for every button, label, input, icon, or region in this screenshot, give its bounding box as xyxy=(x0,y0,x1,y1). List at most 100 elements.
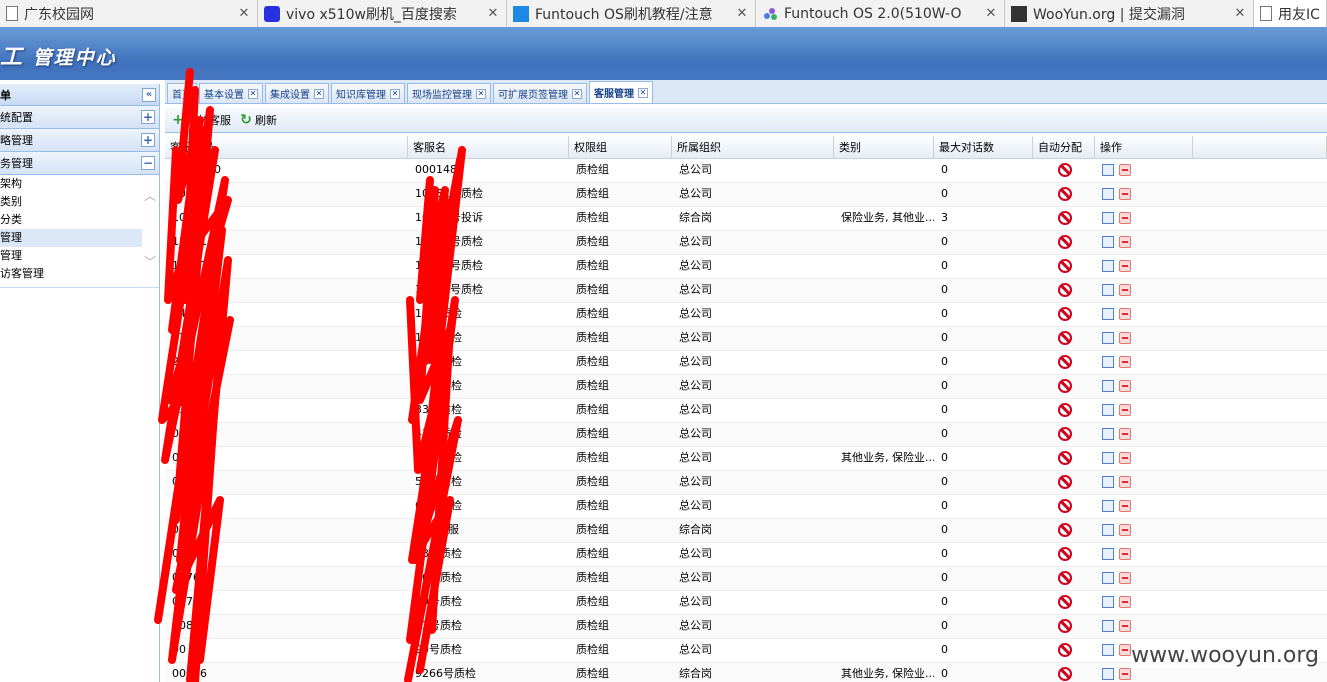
edit-icon[interactable] xyxy=(1102,524,1114,536)
delete-icon[interactable] xyxy=(1119,572,1131,584)
table-row[interactable]: 0059 59号质检 质检组 总公司 0 xyxy=(165,471,1327,495)
column-header[interactable]: 所属组织 xyxy=(672,136,834,158)
delete-icon[interactable] xyxy=(1119,188,1131,200)
collapse-icon[interactable]: − xyxy=(141,156,155,170)
sidebar-item[interactable]: 类别 xyxy=(0,193,142,211)
add-agent-button[interactable]: + 添加客服 xyxy=(171,112,231,128)
edit-icon[interactable] xyxy=(1102,260,1114,272)
collapse-sidebar-icon[interactable]: « xyxy=(142,87,156,102)
edit-icon[interactable] xyxy=(1102,332,1114,344)
edit-icon[interactable] xyxy=(1102,164,1114,176)
delete-icon[interactable] xyxy=(1119,308,1131,320)
delete-icon[interactable] xyxy=(1119,260,1131,272)
edit-icon[interactable] xyxy=(1102,428,1114,440)
close-tab-icon[interactable]: ✕ xyxy=(248,88,258,99)
expand-icon[interactable]: + xyxy=(141,110,155,124)
edit-icon[interactable] xyxy=(1102,236,1114,248)
delete-icon[interactable] xyxy=(1119,524,1131,536)
column-header[interactable]: 客服名 xyxy=(408,136,569,158)
refresh-button[interactable]: ↻ 刷新 xyxy=(239,112,277,128)
edit-icon[interactable] xyxy=(1102,596,1114,608)
expand-icon[interactable]: + xyxy=(141,133,155,147)
close-tab-icon[interactable]: ✕ xyxy=(476,88,486,99)
edit-icon[interactable] xyxy=(1102,380,1114,392)
edit-icon[interactable] xyxy=(1102,356,1114,368)
edit-icon[interactable] xyxy=(1102,188,1114,200)
edit-icon[interactable] xyxy=(1102,620,1114,632)
tab-live-monitoring[interactable]: 现场监控管理 ✕ xyxy=(407,83,491,103)
close-icon[interactable]: ✕ xyxy=(984,6,998,21)
table-row[interactable]: 14180 14180号质检 质检组 总公司 0 xyxy=(165,279,1327,303)
browser-tab[interactable]: vivo x510w刷机_百度搜索 ✕ xyxy=(258,0,507,27)
browser-tab[interactable]: Funtouch OS 2.0(510W-O ✕ xyxy=(756,0,1005,27)
edit-icon[interactable] xyxy=(1102,212,1114,224)
table-row[interactable]: 26 26号质检 质检组 总公司 0 xyxy=(165,351,1327,375)
table-row[interactable]: 17 17号质检 质检组 总公司 0 xyxy=(165,327,1327,351)
sidebar-section[interactable]: 统配置 + xyxy=(0,106,159,129)
edit-icon[interactable] xyxy=(1102,500,1114,512)
close-tab-icon[interactable]: ✕ xyxy=(572,88,582,99)
delete-icon[interactable] xyxy=(1119,380,1131,392)
table-row[interactable]: 31 31号质检 质检组 总公司 0 xyxy=(165,375,1327,399)
sidebar-item[interactable]: 分类 xyxy=(0,211,142,229)
edit-icon[interactable] xyxy=(1102,668,1114,680)
delete-icon[interactable] xyxy=(1119,332,1131,344)
edit-icon[interactable] xyxy=(1102,476,1114,488)
tab-agent-management[interactable]: 客服管理 ✕ xyxy=(589,81,653,103)
sidebar-section[interactable]: 务管理 − xyxy=(0,152,159,175)
tab-extensible-pages[interactable]: 可扩展页签管理 ✕ xyxy=(493,83,587,103)
table-row[interactable]: 0076 76号质检 质检组 总公司 0 xyxy=(165,567,1327,591)
delete-icon[interactable] xyxy=(1119,356,1131,368)
delete-icon[interactable] xyxy=(1119,236,1131,248)
edit-icon[interactable] xyxy=(1102,404,1114,416)
close-tab-icon[interactable]: ✕ xyxy=(390,88,400,99)
tab-knowledge-base[interactable]: 知识库管理 ✕ xyxy=(331,83,405,103)
table-row[interactable]: 0073 73号质检 质检组 总公司 0 xyxy=(165,543,1327,567)
scroll-down-icon[interactable]: ﹀ xyxy=(144,253,156,270)
close-icon[interactable]: ✕ xyxy=(486,6,500,21)
delete-icon[interactable] xyxy=(1119,620,1131,632)
tab-basic-settings[interactable]: 基本设置 ✕ xyxy=(199,83,263,103)
column-header[interactable]: 操作 xyxy=(1095,136,1193,158)
delete-icon[interactable] xyxy=(1119,452,1131,464)
table-row[interactable]: 10081 10081号质检 质检组 总公司 0 xyxy=(165,183,1327,207)
table-row[interactable]: 04 在线客服 质检组 综合岗 0 xyxy=(165,519,1327,543)
delete-icon[interactable] xyxy=(1119,668,1131,680)
sidebar-section[interactable]: 略管理 + xyxy=(0,129,159,152)
close-icon[interactable]: ✕ xyxy=(735,6,749,21)
delete-icon[interactable] xyxy=(1119,284,1131,296)
close-icon[interactable]: ✕ xyxy=(1233,6,1247,21)
close-tab-icon[interactable]: ✕ xyxy=(638,87,648,98)
table-row[interactable]: 0079 79号质检 质检组 总公司 0 xyxy=(165,591,1327,615)
edit-icon[interactable] xyxy=(1102,572,1114,584)
delete-icon[interactable] xyxy=(1119,476,1131,488)
browser-tab[interactable]: Funtouch OS刷机教程/注意 ✕ xyxy=(507,0,756,27)
table-row[interactable]: 0083 83号质检 质检组 总公司 0 xyxy=(165,615,1327,639)
table-row[interactable]: 0001480 0001480 质检组 总公司 0 xyxy=(165,159,1327,183)
browser-tab[interactable]: 用友IC xyxy=(1254,0,1327,27)
delete-icon[interactable] xyxy=(1119,212,1131,224)
tab-home[interactable]: 首页 xyxy=(167,83,197,103)
column-header[interactable]: 客服工号 xyxy=(165,136,408,158)
tab-integration-settings[interactable]: 集成设置 ✕ xyxy=(265,83,329,103)
edit-icon[interactable] xyxy=(1102,284,1114,296)
edit-icon[interactable] xyxy=(1102,548,1114,560)
table-row[interactable]: 13341 13341号质检 质检组 总公司 0 xyxy=(165,231,1327,255)
close-tab-icon[interactable]: ✕ xyxy=(314,88,324,99)
close-icon[interactable]: ✕ xyxy=(237,6,251,21)
sidebar-item[interactable]: 架构 xyxy=(0,175,142,193)
edit-icon[interactable] xyxy=(1102,644,1114,656)
edit-icon[interactable] xyxy=(1102,452,1114,464)
column-header[interactable]: 最大对话数 xyxy=(934,136,1033,158)
column-header[interactable]: 类别 xyxy=(834,136,934,158)
scroll-up-icon[interactable]: ︿ xyxy=(144,187,156,204)
table-row[interactable]: 14147 14147号质检 质检组 总公司 0 xyxy=(165,255,1327,279)
edit-icon[interactable] xyxy=(1102,308,1114,320)
browser-tab[interactable]: WooYun.org | 提交漏洞 ✕ xyxy=(1005,0,1254,27)
delete-icon[interactable] xyxy=(1119,164,1131,176)
column-header[interactable]: 权限组 xyxy=(569,136,672,158)
table-row[interactable]: 60 60号质检 质检组 总公司 0 xyxy=(165,495,1327,519)
table-row[interactable]: 14 14号质检 质检组 总公司 0 xyxy=(165,303,1327,327)
sidebar-item[interactable]: 管理 xyxy=(0,247,142,265)
delete-icon[interactable] xyxy=(1119,644,1131,656)
